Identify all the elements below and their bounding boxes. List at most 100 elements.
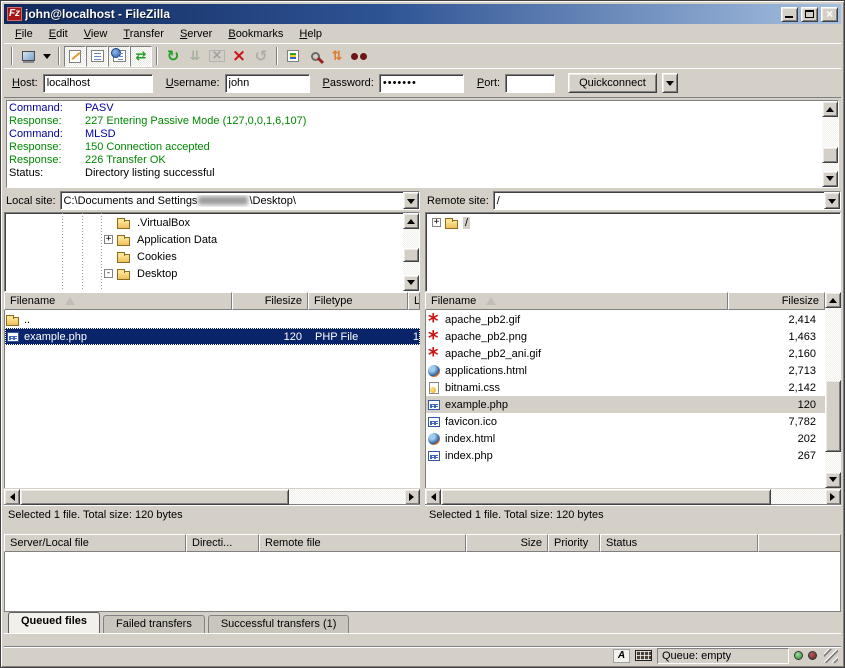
column-size[interactable]: Size bbox=[466, 534, 548, 552]
scroll-down-button[interactable] bbox=[822, 171, 838, 187]
scroll-track[interactable] bbox=[403, 229, 419, 275]
find-files-button[interactable] bbox=[348, 46, 370, 67]
scroll-track[interactable] bbox=[825, 308, 841, 472]
process-queue-button[interactable]: ⇊ bbox=[184, 46, 206, 67]
title-bar[interactable]: Fz john@localhost - FileZilla × bbox=[4, 4, 841, 24]
directory-comparison-button[interactable] bbox=[304, 46, 326, 67]
scroll-thumb[interactable] bbox=[441, 489, 771, 505]
file-row[interactable]: bitnami.css2,142 bbox=[426, 379, 825, 396]
menu-file[interactable]: File bbox=[7, 26, 41, 42]
quickconnect-dropdown-button[interactable] bbox=[662, 73, 678, 93]
local-site-dropdown-button[interactable] bbox=[403, 192, 419, 209]
remote-site-combo[interactable]: / bbox=[493, 191, 841, 210]
file-row-selected[interactable]: example.php 120 PHP File 1 bbox=[5, 328, 420, 345]
menu-view[interactable]: View bbox=[76, 26, 116, 42]
site-manager-button[interactable] bbox=[17, 46, 39, 67]
menu-transfer[interactable]: Transfer bbox=[115, 26, 172, 42]
toggle-remote-tree-button[interactable] bbox=[108, 46, 130, 67]
column-remote-file[interactable]: Remote file bbox=[259, 534, 466, 552]
file-row[interactable]: index.html202 bbox=[426, 430, 825, 447]
data-type-indicator-icon[interactable]: A bbox=[613, 649, 630, 663]
file-row-selected[interactable]: example.php120 bbox=[426, 396, 825, 413]
scroll-thumb[interactable] bbox=[20, 489, 289, 505]
local-horizontal-scrollbar[interactable] bbox=[4, 489, 420, 505]
column-filetype[interactable]: Filetype bbox=[308, 292, 408, 310]
column-last-modified[interactable]: L bbox=[408, 292, 420, 310]
column-direction[interactable]: Directi... bbox=[186, 534, 259, 552]
collapse-icon[interactable]: - bbox=[104, 269, 113, 278]
scroll-track[interactable] bbox=[822, 117, 838, 171]
toggle-local-tree-button[interactable] bbox=[86, 46, 108, 67]
password-input[interactable] bbox=[379, 74, 464, 93]
scroll-up-button[interactable] bbox=[822, 101, 838, 117]
maximize-button[interactable] bbox=[801, 7, 818, 22]
tree-item[interactable]: +/ bbox=[426, 214, 840, 231]
scroll-left-button[interactable] bbox=[425, 489, 441, 505]
local-tree-scrollbar[interactable] bbox=[403, 213, 419, 291]
menu-server[interactable]: Server bbox=[172, 26, 220, 42]
column-priority[interactable]: Priority bbox=[548, 534, 600, 552]
scroll-thumb[interactable] bbox=[403, 248, 419, 262]
menu-help[interactable]: Help bbox=[291, 26, 330, 42]
scroll-thumb[interactable] bbox=[822, 147, 838, 163]
toggle-queue-button[interactable]: ⇄ bbox=[130, 46, 152, 67]
username-input[interactable] bbox=[225, 74, 310, 93]
keypad-icon[interactable] bbox=[635, 650, 652, 661]
file-row[interactable]: apache_pb2.png1,463 bbox=[426, 328, 825, 345]
column-filesize[interactable]: Filesize bbox=[728, 292, 825, 310]
scroll-right-button[interactable] bbox=[825, 489, 841, 505]
scroll-track[interactable] bbox=[20, 489, 404, 505]
column-filename[interactable]: Filename bbox=[4, 292, 232, 310]
tab-failed-transfers[interactable]: Failed transfers bbox=[103, 615, 205, 633]
expand-icon[interactable]: + bbox=[432, 218, 441, 227]
reconnect-button[interactable]: ↺ bbox=[250, 46, 272, 67]
file-row[interactable]: index.php267 bbox=[426, 447, 825, 464]
file-row[interactable]: favicon.ico7,782 bbox=[426, 413, 825, 430]
tree-item[interactable]: .VirtualBox bbox=[5, 214, 403, 231]
remote-list-scrollbar[interactable] bbox=[825, 292, 841, 488]
file-row[interactable]: apache_pb2.gif2,414 bbox=[426, 311, 825, 328]
scroll-right-button[interactable] bbox=[404, 489, 420, 505]
local-site-combo[interactable]: C:\Documents and Settings\Desktop\ bbox=[60, 191, 420, 210]
column-filesize[interactable]: Filesize bbox=[232, 292, 308, 310]
toggle-message-log-button[interactable] bbox=[64, 46, 86, 67]
close-button[interactable]: × bbox=[821, 7, 838, 22]
scroll-up-button[interactable] bbox=[403, 213, 419, 229]
column-server-local-file[interactable]: Server/Local file bbox=[4, 534, 186, 552]
menu-edit[interactable]: Edit bbox=[41, 26, 76, 42]
tab-queued-files[interactable]: Queued files bbox=[8, 612, 100, 633]
cancel-button[interactable]: × bbox=[206, 46, 228, 67]
file-row[interactable]: .. bbox=[5, 311, 420, 328]
disconnect-button[interactable]: × bbox=[228, 46, 250, 67]
tab-successful-transfers[interactable]: Successful transfers (1) bbox=[208, 615, 350, 633]
scroll-track[interactable] bbox=[441, 489, 825, 505]
remote-horizontal-scrollbar[interactable] bbox=[425, 489, 841, 505]
tree-item[interactable]: Cookies bbox=[5, 248, 403, 265]
host-input[interactable] bbox=[43, 74, 153, 93]
column-status[interactable]: Status bbox=[600, 534, 758, 552]
resize-grip[interactable] bbox=[824, 649, 838, 663]
expand-icon[interactable]: + bbox=[104, 235, 113, 244]
queue-splitter[interactable] bbox=[4, 524, 841, 534]
file-row[interactable]: apache_pb2_ani.gif2,160 bbox=[426, 345, 825, 362]
port-input[interactable] bbox=[505, 74, 555, 93]
scroll-down-button[interactable] bbox=[825, 472, 841, 488]
scroll-left-button[interactable] bbox=[4, 489, 20, 505]
log-scrollbar[interactable] bbox=[822, 101, 838, 187]
quickconnect-button[interactable]: Quickconnect bbox=[568, 73, 657, 93]
tree-item[interactable]: -Desktop bbox=[5, 265, 403, 282]
column-filename[interactable]: Filename bbox=[425, 292, 728, 310]
refresh-button[interactable]: ↻ bbox=[162, 46, 184, 67]
file-row[interactable]: applications.html2,713 bbox=[426, 362, 825, 379]
scroll-up-button[interactable] bbox=[825, 292, 841, 308]
tree-item[interactable]: +Application Data bbox=[5, 231, 403, 248]
remote-site-dropdown-button[interactable] bbox=[824, 192, 840, 209]
minimize-button[interactable] bbox=[781, 7, 798, 22]
scroll-down-button[interactable] bbox=[403, 275, 419, 291]
menu-bookmarks[interactable]: Bookmarks bbox=[220, 26, 291, 42]
scroll-thumb[interactable] bbox=[825, 380, 841, 452]
site-manager-dropdown-button[interactable] bbox=[39, 46, 54, 67]
queue-list[interactable] bbox=[4, 552, 841, 612]
synchronized-browsing-button[interactable]: ⇅ bbox=[326, 46, 348, 67]
filter-button[interactable] bbox=[282, 46, 304, 67]
